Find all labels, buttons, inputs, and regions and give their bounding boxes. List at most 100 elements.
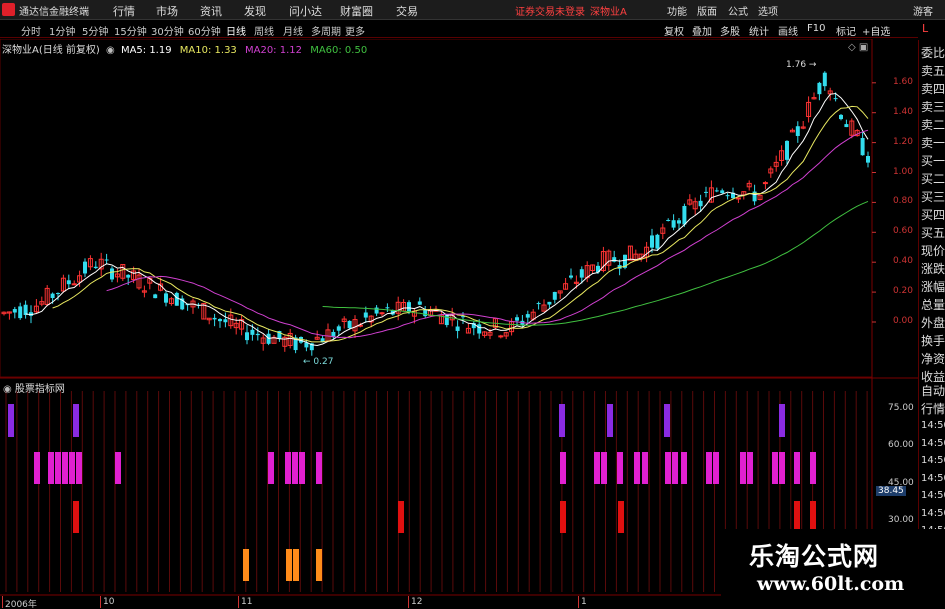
magenta-signal-bar [34,452,40,484]
candle-body [498,335,504,338]
tool-f10[interactable]: F10 [807,23,825,34]
sidebar-item[interactable]: 买四 [921,208,945,222]
price-axis-label: 0.00 [892,316,913,326]
candle-body [682,205,687,225]
candle-body [477,324,482,334]
menu-gongshi[interactable]: 公式 [728,3,748,18]
tool-huaxian[interactable]: 画线 [778,23,798,38]
sidebar-item[interactable]: 14:50 [921,437,945,451]
sidebar-item[interactable]: 行情 [921,402,945,416]
app-logo-icon [2,3,15,16]
tab-1min[interactable]: 1分钟 [49,23,75,38]
candle-body [455,326,460,331]
trading-terminal-window: 通达信金融终端 行情 市场 资讯 发现 问小达 财富圈 交易 证券交易未登录 深… [0,0,945,609]
high-annotation: 1.76 → [786,60,817,70]
ma20-line [106,129,869,339]
tab-60min[interactable]: 60分钟 [188,23,221,38]
tab-more[interactable]: 更多 [345,23,365,38]
tool-tongji[interactable]: 统计 [749,23,769,38]
menu-shichang[interactable]: 市场 [156,3,178,19]
sidebar-item[interactable]: 卖二 [921,118,945,132]
candle-body [218,319,222,322]
date-tick [238,596,239,608]
menu-gongneng[interactable]: 功能 [667,3,687,18]
price-axis-label: 0.40 [892,256,913,267]
sidebar-item[interactable]: 现价 [921,244,945,258]
sidebar-item[interactable]: 14:50 [921,507,945,521]
tool-biaoji[interactable]: 标记 [836,23,856,38]
sidebar-item[interactable]: 14:50 [921,419,945,433]
tab-15min[interactable]: 15分钟 [114,23,147,38]
sidebar-item[interactable]: 14:50 [921,472,945,486]
tool-add-favorite[interactable]: +自选 [862,23,890,38]
candle-body [866,156,870,163]
sidebar-item[interactable]: 14:50 [921,489,945,503]
menu-faxian[interactable]: 发现 [244,3,266,19]
tab-30min[interactable]: 30分钟 [151,23,184,38]
price-axis-label: 0.80 [892,196,913,207]
menu-hangqing[interactable]: 行情 [113,3,135,19]
sidebar-item[interactable]: 卖五 [921,64,945,78]
candle-body [71,283,77,286]
menu-banmian[interactable]: 版面 [697,3,717,18]
magenta-signal-bar [292,452,298,484]
sidebar-item[interactable]: 买二 [921,172,945,186]
sidebar-item[interactable]: 买五 [921,226,945,240]
candle-body [698,200,703,207]
price-axis-label: 1.40 [892,106,913,117]
candle-body [579,269,584,278]
ma5-line [25,92,869,347]
candle-body [704,191,708,193]
sidebar-item[interactable]: 14:50 [921,454,945,468]
menu-jiaoyi[interactable]: 交易 [396,3,418,19]
candle-body [666,219,671,221]
sidebar-item[interactable]: 收益 [921,370,945,384]
candle-body [795,126,800,136]
tab-5min[interactable]: 5分钟 [82,23,108,38]
menu-xuanxiang[interactable]: 选项 [758,3,778,18]
tab-daily[interactable]: 日线 [226,23,246,38]
candle-body [56,293,60,295]
candle-body [212,317,217,320]
tool-l-button[interactable]: L [922,22,928,35]
magenta-signal-bar [779,452,785,484]
tool-fuquan[interactable]: 复权 [664,23,684,38]
magenta-signal-bar [740,452,746,484]
magenta-signal-bar [76,452,82,484]
sidebar-item[interactable]: 总量 [921,298,945,312]
magenta-signal-bar [268,452,274,484]
sidebar-item[interactable]: 涨幅 [921,280,945,294]
menu-zixun[interactable]: 资讯 [200,3,222,19]
sidebar-item[interactable]: 卖一 [921,136,945,150]
sidebar-item[interactable]: 买三 [921,190,945,204]
tool-duogu[interactable]: 多股 [720,23,740,38]
menu-caifuquan[interactable]: 财富圈 [340,3,373,19]
price-axis-label: 0.20 [892,286,913,297]
sidebar-item[interactable]: 换手 [921,334,945,348]
tab-monthly[interactable]: 月线 [283,23,303,38]
indicator-settings-icon[interactable]: ◉ [3,384,15,395]
price-axis-label: 1.20 [892,136,913,147]
magenta-signal-bar [642,452,648,484]
tool-diejia[interactable]: 叠加 [692,23,712,38]
sidebar-item[interactable]: 净资 [921,352,945,366]
candle-body [363,312,368,318]
sidebar-item[interactable]: 自动 [921,384,945,398]
candle-body [839,114,843,120]
magenta-signal-bar [772,452,778,484]
tab-fenshi[interactable]: 分时 [21,23,41,38]
tab-weekly[interactable]: 周线 [254,23,274,38]
sidebar-item[interactable]: 卖四 [921,82,945,96]
sidebar-item[interactable]: 涨跌 [921,262,945,276]
tab-multi-period[interactable]: 多周期 [311,23,341,38]
sidebar-item[interactable]: 外盘 [921,316,945,330]
sidebar-item[interactable]: 卖三 [921,100,945,114]
sidebar-item[interactable]: 买一 [921,154,945,168]
sidebar-item[interactable]: 委比 [921,46,945,60]
date-tick [100,596,101,608]
candle-body [822,72,827,87]
candle-body [817,82,822,95]
guest-user[interactable]: 游客 [913,3,933,18]
login-notice[interactable]: 证券交易未登录 [515,3,585,18]
menu-wenxiaoda[interactable]: 问小达 [289,3,322,19]
